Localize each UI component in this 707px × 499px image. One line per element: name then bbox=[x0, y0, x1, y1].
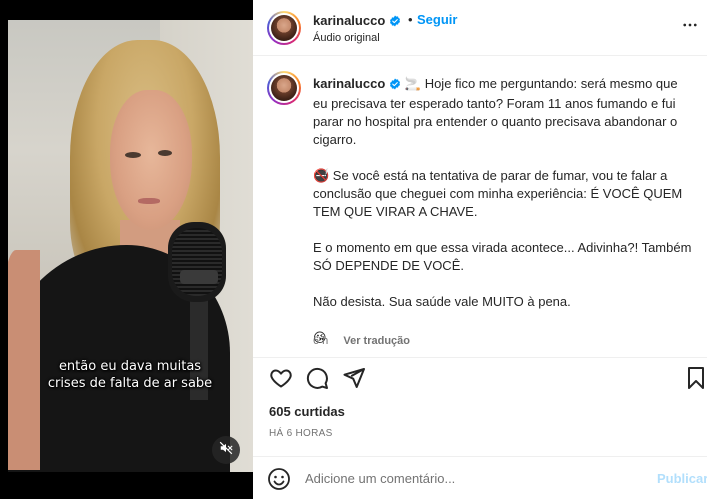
publish-button[interactable]: Publicar bbox=[657, 471, 707, 486]
video-person-eye bbox=[125, 152, 141, 158]
video-person-eye bbox=[158, 150, 172, 156]
verified-badge-icon bbox=[389, 77, 401, 95]
video-person-mouth bbox=[138, 198, 160, 204]
video-letterbox-left bbox=[0, 0, 8, 499]
video-subtitle-line: crises de falta de ar sabe bbox=[47, 376, 213, 391]
separator-dot: • bbox=[408, 12, 413, 27]
reel-video[interactable]: então eu dava muitas crises de falta de … bbox=[0, 0, 253, 499]
paper-plane-icon[interactable] bbox=[342, 366, 366, 395]
caption-author-avatar[interactable] bbox=[267, 71, 301, 105]
header-username[interactable]: karinalucco bbox=[313, 13, 385, 28]
original-audio-link[interactable]: Áudio original bbox=[313, 32, 380, 44]
mute-button[interactable] bbox=[212, 436, 240, 464]
bookmark-icon[interactable] bbox=[685, 366, 707, 395]
add-comment-bar: Publicar bbox=[253, 456, 707, 499]
post-details-panel: karinalucco • Seguir Áudio original kari… bbox=[253, 0, 707, 499]
author-avatar[interactable] bbox=[267, 11, 301, 45]
video-subtitle: então eu dava muitas crises de falta de … bbox=[30, 358, 230, 392]
speaker-muted-icon bbox=[219, 441, 233, 460]
comment-input[interactable] bbox=[305, 467, 635, 489]
post-header: karinalucco • Seguir Áudio original bbox=[253, 0, 707, 56]
caption-paragraph: karinalucco 🚬 Hoje fico me perguntando: … bbox=[313, 75, 693, 149]
video-microphone-grill bbox=[172, 228, 222, 296]
follow-button[interactable]: Seguir bbox=[417, 12, 457, 27]
caption-paragraph: Não desista. Sua saúde vale MUITO à pena… bbox=[313, 294, 571, 309]
smiley-icon[interactable] bbox=[267, 467, 291, 496]
video-subtitle-line: então eu dava muitas bbox=[58, 359, 202, 374]
video-letterbox-top bbox=[0, 0, 253, 20]
post-timestamp[interactable]: HÁ 6 HORAS bbox=[269, 428, 333, 439]
caption-text: karinalucco 🚬 Hoje fico me perguntando: … bbox=[313, 75, 693, 365]
caption-paragraph: 🚭 Se você está na tentativa de parar de … bbox=[313, 168, 683, 219]
post-caption: karinalucco 🚬 Hoje fico me perguntando: … bbox=[253, 57, 707, 357]
more-horizontal-icon[interactable] bbox=[681, 16, 699, 39]
comment-bubble-icon[interactable] bbox=[305, 366, 329, 395]
see-translation-link[interactable]: Ver tradução bbox=[343, 335, 410, 347]
heart-icon[interactable] bbox=[269, 366, 293, 395]
video-letterbox-bottom bbox=[0, 472, 253, 499]
video-microphone-ring bbox=[180, 270, 218, 284]
caption-meta: 6 h Ver tradução bbox=[313, 335, 410, 347]
verified-badge-icon bbox=[389, 14, 401, 32]
likes-count[interactable]: 605 curtidas bbox=[269, 404, 345, 419]
header-user-block: karinalucco bbox=[313, 12, 401, 32]
caption-paragraph: E o momento em que essa virada acontece.… bbox=[313, 240, 692, 273]
caption-time: 6 h bbox=[313, 335, 329, 347]
caption-username[interactable]: karinalucco bbox=[313, 76, 385, 91]
video-person-face bbox=[110, 90, 192, 230]
